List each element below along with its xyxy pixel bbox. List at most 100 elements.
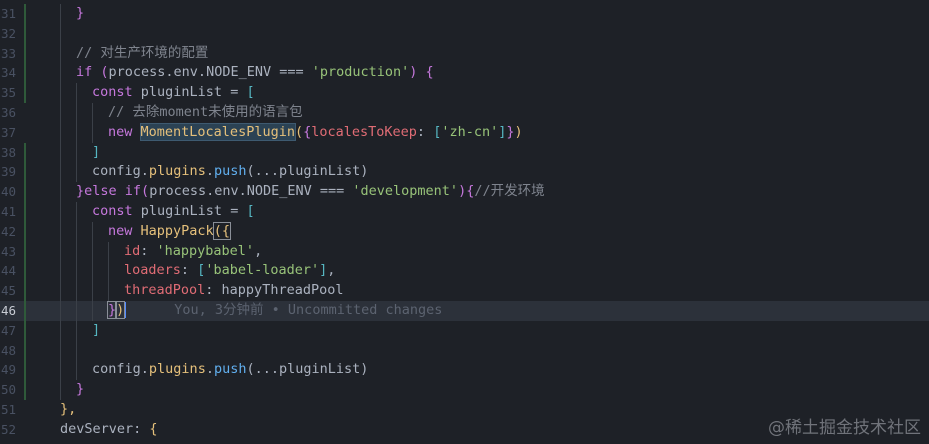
code-text: }else if(process.env.NODE_ENV === 'devel… [76, 183, 545, 200]
code-comment: // 对生产环境的配置 [76, 44, 209, 61]
indent-guide [60, 83, 61, 103]
line-number: 51 [0, 402, 16, 417]
code-text: threadPool: happyThreadPool [124, 282, 344, 299]
line-number: 34 [0, 65, 16, 81]
indent-guide [60, 261, 61, 282]
indent-guide [60, 162, 61, 183]
indent-guide [60, 23, 61, 44]
code-text: new HappyPack({ [108, 221, 231, 240]
line-number: 33 [0, 45, 16, 61]
indent-guide [76, 162, 77, 183]
indent-guide [60, 103, 61, 123]
git-change-indicator [24, 360, 26, 381]
code-line[interactable]: 47 ] [0, 320, 929, 341]
indent-guide [76, 103, 77, 123]
code-line[interactable]: 37 new MomentLocalesPlugin({localesToKee… [0, 122, 929, 143]
line-number: 48 [0, 342, 16, 358]
code-text: devServer: { [60, 420, 158, 437]
line-number: 36 [0, 105, 16, 120]
indent-guide [92, 301, 93, 321]
indent-guide [60, 63, 61, 84]
code-text: config.plugins.push(...pluginList) [92, 361, 369, 378]
git-change-indicator [24, 320, 26, 341]
code-line[interactable]: 43 id: 'happybabel', [0, 241, 929, 262]
indent-guide [76, 320, 77, 341]
code-line[interactable]: 45 threadPool: happyThreadPool [0, 281, 929, 301]
indent-guide [76, 241, 77, 262]
code-line[interactable]: 40 }else if(process.env.NODE_ENV === 'de… [0, 182, 929, 202]
indent-guide [60, 281, 61, 301]
git-change-indicator [24, 301, 26, 321]
indent-guide [76, 142, 77, 163]
git-change-indicator [24, 241, 26, 262]
indent-guide [60, 142, 61, 163]
indent-guide [76, 202, 77, 222]
code-line[interactable]: 44 loaders: ['babel-loader'], [0, 261, 929, 282]
git-change-indicator [24, 142, 26, 163]
indent-guide [60, 202, 61, 222]
git-change-indicator [24, 23, 26, 44]
indent-guide [76, 122, 77, 143]
code-line[interactable]: 34 if (process.env.NODE_ENV === 'product… [0, 63, 929, 84]
code-line[interactable]: 42 new HappyPack({ [0, 221, 929, 242]
code-text: }, [60, 401, 77, 417]
line-number: 31 [0, 6, 16, 21]
code-text: const pluginList = [ [92, 84, 255, 101]
indent-guide [92, 103, 93, 123]
code-text: const pluginList = [ [92, 203, 255, 219]
indent-guide [60, 320, 61, 341]
code-line[interactable]: 41 const pluginList = [ [0, 202, 929, 222]
indent-guide [60, 43, 61, 64]
git-change-indicator [24, 63, 26, 84]
line-number: 49 [0, 362, 16, 378]
code-line[interactable]: 38 ] [0, 142, 929, 163]
code-editor[interactable]: 31 } 32 33 // 对生产环境的配置 34 if (process.en… [0, 0, 929, 444]
indent-guide [60, 380, 61, 400]
line-number: 47 [0, 322, 16, 338]
code-line[interactable]: 35 const pluginList = [ [0, 83, 929, 103]
text-cursor [124, 302, 127, 318]
indent-guide [76, 360, 77, 381]
code-line[interactable]: 36 // 去除moment未使用的语言包 [0, 103, 929, 123]
line-number: 39 [0, 164, 16, 180]
code-text: ] [92, 321, 101, 338]
line-number: 35 [0, 85, 16, 101]
code-line[interactable]: 39 config.plugins.push(...pluginList) [0, 162, 929, 183]
indent-guide [60, 221, 61, 242]
code-line[interactable]: 32 [0, 23, 929, 44]
watermark: @稀土掘金技术社区 [768, 418, 921, 438]
code-line[interactable]: 50 } [0, 380, 929, 400]
line-number: 53 [0, 440, 16, 444]
line-number: 45 [0, 283, 16, 299]
indent-guide [60, 340, 61, 361]
git-change-indicator [24, 221, 26, 242]
indent-guide [76, 281, 77, 301]
line-number: 50 [0, 382, 16, 398]
indent-guide [92, 281, 93, 301]
indent-guide [76, 83, 77, 103]
indent-guide [76, 340, 77, 361]
code-line[interactable]: 33 // 对生产环境的配置 [0, 43, 929, 64]
indent-guide [92, 241, 93, 262]
line-number: 52 [0, 421, 16, 437]
line-number: 46 [0, 303, 16, 318]
code-line[interactable]: 53 [0, 440, 929, 444]
git-change-indicator [24, 182, 26, 202]
code-line[interactable]: 48 [0, 340, 929, 361]
line-number: 41 [0, 204, 16, 219]
git-change-indicator [24, 261, 26, 282]
code-line[interactable]: 49 config.plugins.push(...pluginList) [0, 360, 929, 381]
indent-guide [108, 261, 109, 282]
indent-guide [108, 241, 109, 262]
code-line[interactable]: 31 } [0, 4, 929, 24]
code-text: loaders: ['babel-loader'], [124, 262, 336, 279]
code-comment: // 去除moment未使用的语言包 [108, 104, 303, 120]
code-text: } [76, 5, 85, 21]
line-number: 43 [0, 243, 16, 259]
line-number: 42 [0, 223, 16, 239]
indent-guide [60, 182, 61, 202]
code-line-current[interactable]: 46 }) You, 3分钟前 • Uncommitted changes [0, 301, 929, 321]
indent-guide [92, 122, 93, 143]
indent-guide [60, 301, 61, 321]
git-blame-annotation: You, 3分钟前 • Uncommitted changes [174, 302, 443, 318]
